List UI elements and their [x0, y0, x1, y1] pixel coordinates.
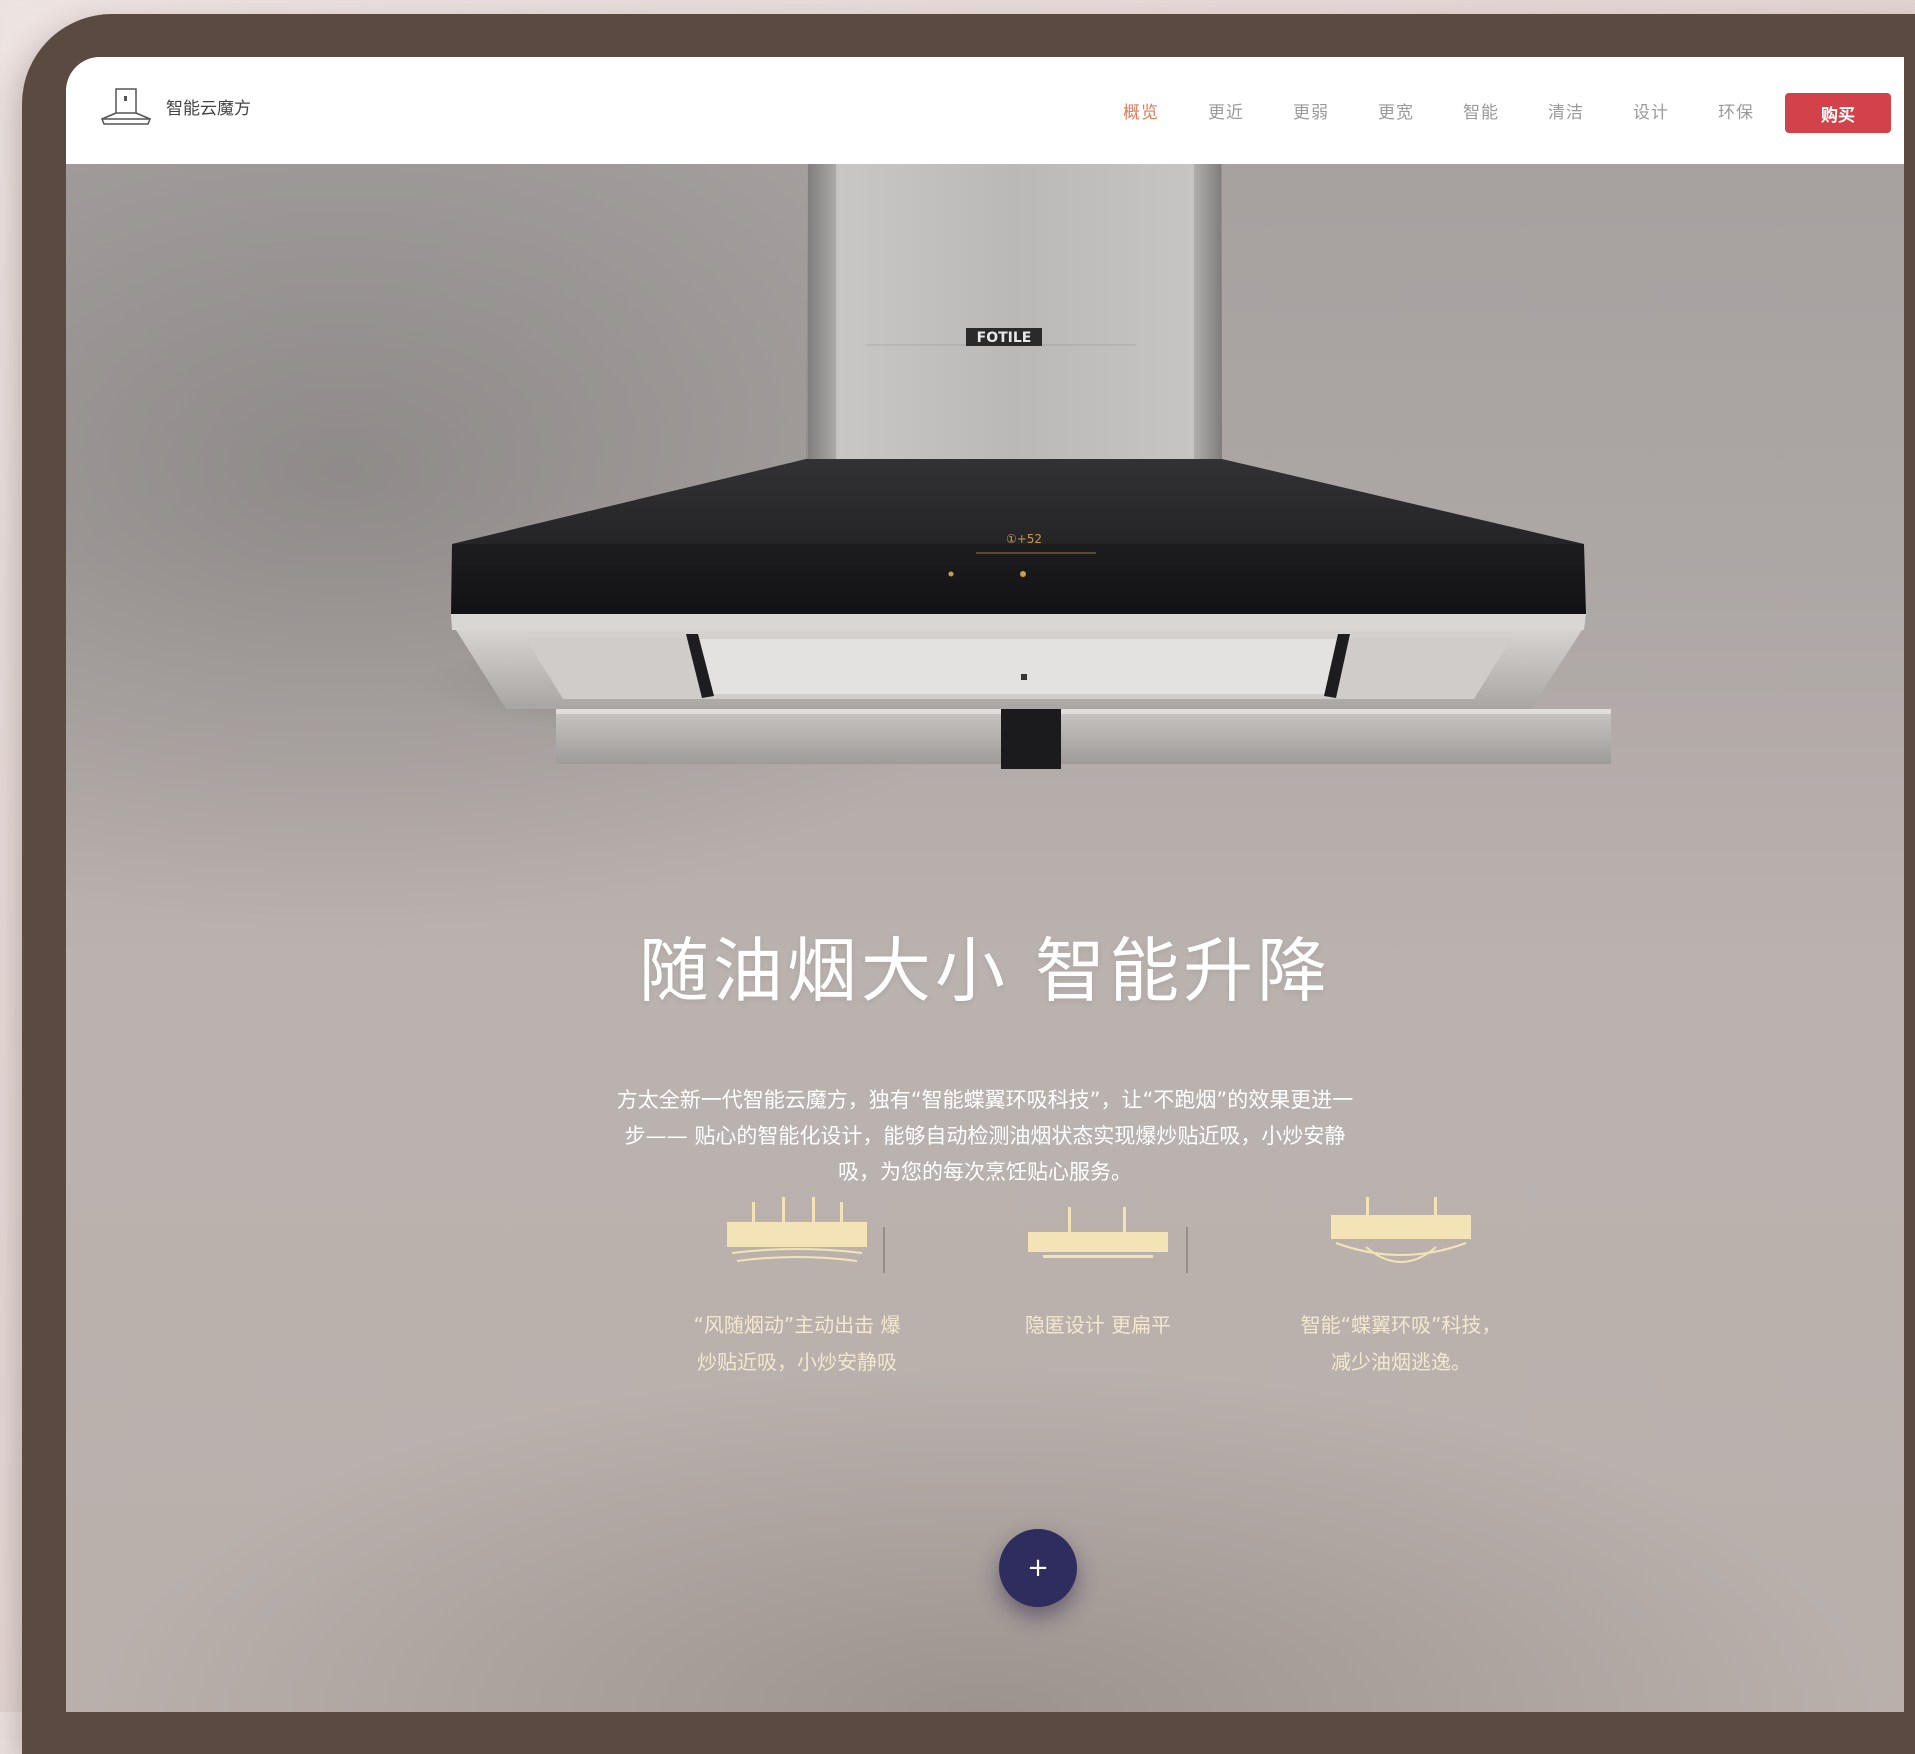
- hood-flat-icon: [1028, 1207, 1168, 1258]
- range-hood-image: FOTILE ①+52: [66, 164, 1904, 864]
- feature-item: 隐匿设计 更扁平: [953, 1197, 1243, 1344]
- brand[interactable]: 智能云魔方: [100, 85, 251, 127]
- plus-icon: +: [1027, 1553, 1049, 1583]
- hero-headline: 随油烟大小 智能升降: [638, 930, 1332, 1012]
- hood-steel-lip: [451, 614, 1586, 630]
- feature-divider: [1186, 1227, 1188, 1273]
- feature-text-line: “风随烟动”主动出击 爆: [693, 1313, 901, 1337]
- nav-item-eco[interactable]: 环保: [1718, 98, 1754, 123]
- hood-display: ①+52: [1006, 532, 1042, 546]
- browser-screen: FOTILE ①+52 智能云魔方 概览 更近 更弱 更宽 智能 清洁 设计 环…: [66, 57, 1904, 1712]
- expand-button[interactable]: +: [999, 1529, 1077, 1607]
- buy-button[interactable]: 购买: [1785, 93, 1891, 133]
- hood-chimney: [806, 164, 1222, 464]
- nav-item-wider[interactable]: 更宽: [1378, 98, 1414, 123]
- nav-item-design[interactable]: 设计: [1633, 98, 1669, 123]
- brand-name: 智能云魔方: [166, 98, 251, 119]
- hood-bottom-bar: [556, 709, 1611, 764]
- hood-airflow-icon: [727, 1197, 867, 1262]
- feature-text-line: 隐匿设计 更扁平: [1024, 1313, 1172, 1337]
- nav-item-overview[interactable]: 概览: [1123, 98, 1159, 123]
- nav-item-clean[interactable]: 清洁: [1548, 98, 1584, 123]
- feature-text-line: 减少油烟逃逸。: [1331, 1350, 1471, 1374]
- feature-text-line: 炒贴近吸，小炒安静吸: [697, 1350, 897, 1374]
- feature-divider: [883, 1227, 885, 1273]
- feature-item: 智能“蝶翼环吸”科技， 减少油烟逃逸。: [1256, 1197, 1546, 1381]
- nav-menu: 概览 更近 更弱 更宽 智能 清洁 设计 环保: [1074, 57, 1754, 164]
- nav-item-smart[interactable]: 智能: [1463, 98, 1499, 123]
- hood-butterfly-wing-icon: [1331, 1197, 1471, 1263]
- feature-row: “风随烟动”主动出击 爆 炒贴近吸，小炒安静吸 隐匿设计 更扁平 智能“蝶翼环吸…: [66, 1197, 1904, 1457]
- top-navbar: 智能云魔方 概览 更近 更弱 更宽 智能 清洁 设计 环保 购买: [66, 57, 1904, 164]
- nav-item-closer[interactable]: 更近: [1208, 98, 1244, 123]
- hero-description: 方太全新一代智能云魔方，独有“智能蝶翼环吸科技”，让“不跑烟”的效果更进一步——…: [616, 1088, 1354, 1184]
- hood-brand-mark: FOTILE: [977, 330, 1032, 346]
- feature-text-line: 智能“蝶翼环吸”科技，: [1300, 1313, 1502, 1337]
- nav-item-quieter[interactable]: 更弱: [1293, 98, 1329, 123]
- range-hood-icon: [100, 88, 152, 125]
- feature-item: “风随烟动”主动出击 爆 炒贴近吸，小炒安静吸: [652, 1197, 942, 1381]
